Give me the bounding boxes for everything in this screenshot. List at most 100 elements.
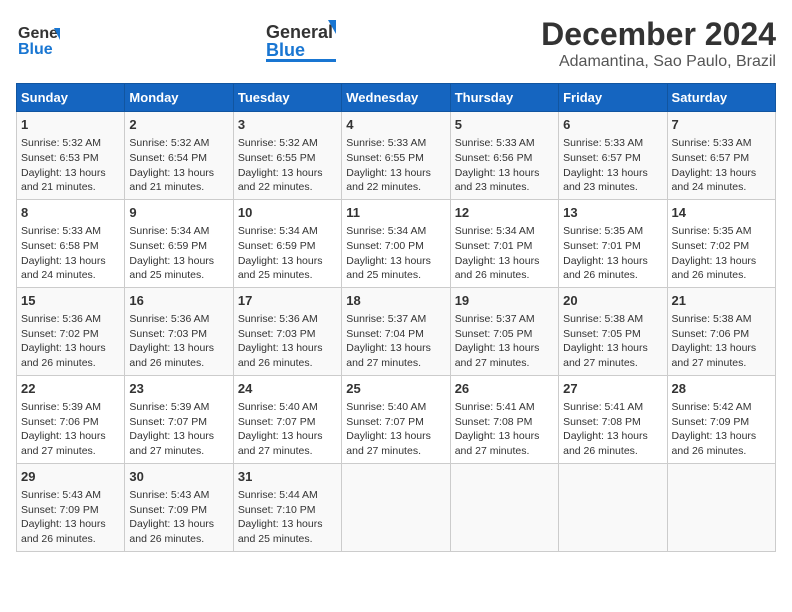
- day-number: 19: [455, 292, 554, 310]
- day-number: 17: [238, 292, 337, 310]
- day-number: 31: [238, 468, 337, 486]
- day-number: 11: [346, 204, 445, 222]
- calendar-day: 30 Sunrise: 5:43 AMSunset: 7:09 PMDaylig…: [125, 463, 233, 551]
- day-number: 13: [563, 204, 662, 222]
- day-header-wednesday: Wednesday: [342, 84, 450, 112]
- day-number: 29: [21, 468, 120, 486]
- calendar-day: 13 Sunrise: 5:35 AMSunset: 7:01 PMDaylig…: [559, 199, 667, 287]
- day-info: Sunrise: 5:35 AMSunset: 7:01 PMDaylight:…: [563, 224, 662, 283]
- day-info: Sunrise: 5:37 AMSunset: 7:04 PMDaylight:…: [346, 312, 445, 371]
- page-header: General Blue General Blue General Blue D…: [16, 16, 776, 71]
- day-info: Sunrise: 5:43 AMSunset: 7:09 PMDaylight:…: [129, 488, 228, 547]
- day-info: Sunrise: 5:43 AMSunset: 7:09 PMDaylight:…: [21, 488, 120, 547]
- day-info: Sunrise: 5:32 AMSunset: 6:53 PMDaylight:…: [21, 136, 120, 195]
- calendar-day: 18 Sunrise: 5:37 AMSunset: 7:04 PMDaylig…: [342, 287, 450, 375]
- day-header-saturday: Saturday: [667, 84, 775, 112]
- calendar-day: 9 Sunrise: 5:34 AMSunset: 6:59 PMDayligh…: [125, 199, 233, 287]
- day-header-monday: Monday: [125, 84, 233, 112]
- calendar-day: 24 Sunrise: 5:40 AMSunset: 7:07 PMDaylig…: [233, 375, 341, 463]
- day-number: 21: [672, 292, 771, 310]
- day-info: Sunrise: 5:37 AMSunset: 7:05 PMDaylight:…: [455, 312, 554, 371]
- calendar-day: 23 Sunrise: 5:39 AMSunset: 7:07 PMDaylig…: [125, 375, 233, 463]
- calendar-day: 21 Sunrise: 5:38 AMSunset: 7:06 PMDaylig…: [667, 287, 775, 375]
- day-info: Sunrise: 5:35 AMSunset: 7:02 PMDaylight:…: [672, 224, 771, 283]
- calendar-day: 14 Sunrise: 5:35 AMSunset: 7:02 PMDaylig…: [667, 199, 775, 287]
- calendar-day: 17 Sunrise: 5:36 AMSunset: 7:03 PMDaylig…: [233, 287, 341, 375]
- day-number: 7: [672, 116, 771, 134]
- calendar-day: 4 Sunrise: 5:33 AMSunset: 6:55 PMDayligh…: [342, 112, 450, 200]
- day-number: 24: [238, 380, 337, 398]
- calendar-day: [342, 463, 450, 551]
- day-info: Sunrise: 5:36 AMSunset: 7:02 PMDaylight:…: [21, 312, 120, 371]
- calendar-day: 15 Sunrise: 5:36 AMSunset: 7:02 PMDaylig…: [17, 287, 125, 375]
- calendar-day: 29 Sunrise: 5:43 AMSunset: 7:09 PMDaylig…: [17, 463, 125, 551]
- day-header-sunday: Sunday: [17, 84, 125, 112]
- day-number: 28: [672, 380, 771, 398]
- day-info: Sunrise: 5:34 AMSunset: 7:01 PMDaylight:…: [455, 224, 554, 283]
- day-info: Sunrise: 5:41 AMSunset: 7:08 PMDaylight:…: [455, 400, 554, 459]
- page-subtitle: Adamantina, Sao Paulo, Brazil: [541, 53, 776, 71]
- day-number: 3: [238, 116, 337, 134]
- calendar-day: 1 Sunrise: 5:32 AMSunset: 6:53 PMDayligh…: [17, 112, 125, 200]
- day-info: Sunrise: 5:33 AMSunset: 6:56 PMDaylight:…: [455, 136, 554, 195]
- day-info: Sunrise: 5:42 AMSunset: 7:09 PMDaylight:…: [672, 400, 771, 459]
- day-number: 20: [563, 292, 662, 310]
- day-info: Sunrise: 5:41 AMSunset: 7:08 PMDaylight:…: [563, 400, 662, 459]
- calendar-week-2: 15 Sunrise: 5:36 AMSunset: 7:02 PMDaylig…: [17, 287, 776, 375]
- calendar-day: 11 Sunrise: 5:34 AMSunset: 7:00 PMDaylig…: [342, 199, 450, 287]
- logo-full: General Blue: [266, 16, 336, 66]
- day-number: 4: [346, 116, 445, 134]
- day-info: Sunrise: 5:38 AMSunset: 7:05 PMDaylight:…: [563, 312, 662, 371]
- day-info: Sunrise: 5:39 AMSunset: 7:06 PMDaylight:…: [21, 400, 120, 459]
- calendar-day: 3 Sunrise: 5:32 AMSunset: 6:55 PMDayligh…: [233, 112, 341, 200]
- day-info: Sunrise: 5:33 AMSunset: 6:58 PMDaylight:…: [21, 224, 120, 283]
- generalblue-logo-svg: General Blue: [266, 16, 336, 66]
- day-number: 15: [21, 292, 120, 310]
- calendar-header: SundayMondayTuesdayWednesdayThursdayFrid…: [17, 84, 776, 112]
- calendar-day: 19 Sunrise: 5:37 AMSunset: 7:05 PMDaylig…: [450, 287, 558, 375]
- day-number: 5: [455, 116, 554, 134]
- day-info: Sunrise: 5:40 AMSunset: 7:07 PMDaylight:…: [346, 400, 445, 459]
- day-number: 10: [238, 204, 337, 222]
- day-info: Sunrise: 5:33 AMSunset: 6:55 PMDaylight:…: [346, 136, 445, 195]
- day-info: Sunrise: 5:33 AMSunset: 6:57 PMDaylight:…: [672, 136, 771, 195]
- calendar-body: 1 Sunrise: 5:32 AMSunset: 6:53 PMDayligh…: [17, 112, 776, 552]
- day-number: 22: [21, 380, 120, 398]
- day-header-friday: Friday: [559, 84, 667, 112]
- day-info: Sunrise: 5:39 AMSunset: 7:07 PMDaylight:…: [129, 400, 228, 459]
- title-block: December 2024 Adamantina, Sao Paulo, Bra…: [541, 16, 776, 71]
- calendar-table: SundayMondayTuesdayWednesdayThursdayFrid…: [16, 83, 776, 552]
- day-info: Sunrise: 5:34 AMSunset: 6:59 PMDaylight:…: [129, 224, 228, 283]
- day-number: 18: [346, 292, 445, 310]
- day-info: Sunrise: 5:44 AMSunset: 7:10 PMDaylight:…: [238, 488, 337, 547]
- svg-text:General: General: [266, 22, 333, 42]
- calendar-day: 26 Sunrise: 5:41 AMSunset: 7:08 PMDaylig…: [450, 375, 558, 463]
- day-info: Sunrise: 5:38 AMSunset: 7:06 PMDaylight:…: [672, 312, 771, 371]
- calendar-day: 16 Sunrise: 5:36 AMSunset: 7:03 PMDaylig…: [125, 287, 233, 375]
- day-number: 1: [21, 116, 120, 134]
- calendar-day: 8 Sunrise: 5:33 AMSunset: 6:58 PMDayligh…: [17, 199, 125, 287]
- calendar-day: 27 Sunrise: 5:41 AMSunset: 7:08 PMDaylig…: [559, 375, 667, 463]
- day-number: 6: [563, 116, 662, 134]
- calendar-day: [667, 463, 775, 551]
- day-header-tuesday: Tuesday: [233, 84, 341, 112]
- logo: General Blue General Blue: [16, 16, 60, 60]
- day-number: 25: [346, 380, 445, 398]
- calendar-day: 7 Sunrise: 5:33 AMSunset: 6:57 PMDayligh…: [667, 112, 775, 200]
- day-info: Sunrise: 5:34 AMSunset: 6:59 PMDaylight:…: [238, 224, 337, 283]
- day-info: Sunrise: 5:40 AMSunset: 7:07 PMDaylight:…: [238, 400, 337, 459]
- day-number: 14: [672, 204, 771, 222]
- calendar-day: 31 Sunrise: 5:44 AMSunset: 7:10 PMDaylig…: [233, 463, 341, 551]
- calendar-day: 5 Sunrise: 5:33 AMSunset: 6:56 PMDayligh…: [450, 112, 558, 200]
- calendar-week-0: 1 Sunrise: 5:32 AMSunset: 6:53 PMDayligh…: [17, 112, 776, 200]
- calendar-day: [559, 463, 667, 551]
- day-number: 2: [129, 116, 228, 134]
- svg-text:General: General: [18, 25, 60, 42]
- day-info: Sunrise: 5:32 AMSunset: 6:54 PMDaylight:…: [129, 136, 228, 195]
- day-number: 8: [21, 204, 120, 222]
- day-number: 16: [129, 292, 228, 310]
- svg-text:Blue: Blue: [18, 41, 53, 58]
- calendar-day: 12 Sunrise: 5:34 AMSunset: 7:01 PMDaylig…: [450, 199, 558, 287]
- day-header-thursday: Thursday: [450, 84, 558, 112]
- calendar-day: 22 Sunrise: 5:39 AMSunset: 7:06 PMDaylig…: [17, 375, 125, 463]
